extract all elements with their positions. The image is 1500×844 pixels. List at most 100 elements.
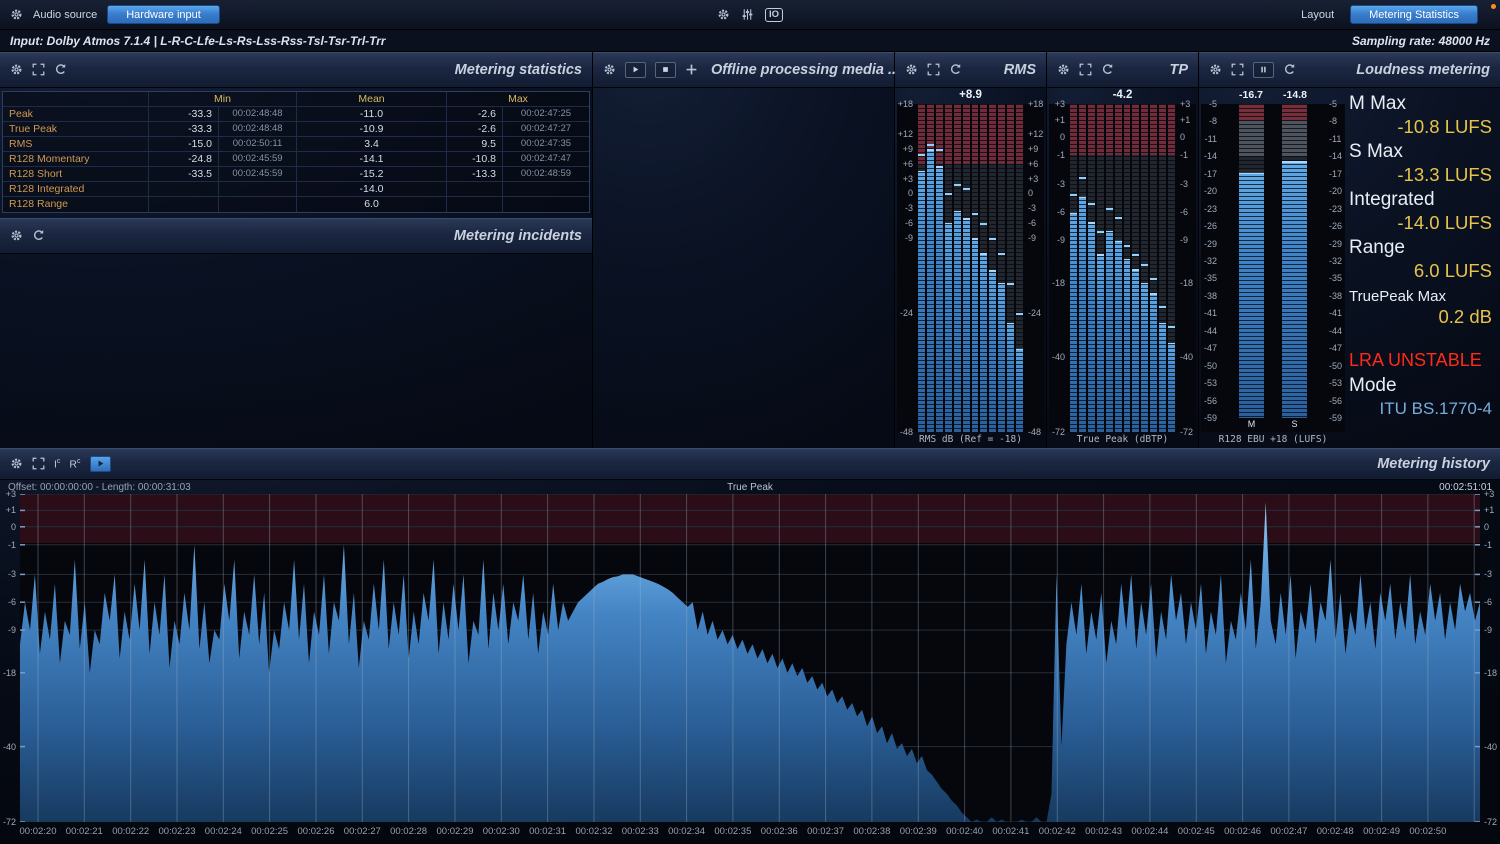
offline-processing-panel: Offline processing media ... (593, 52, 895, 448)
gear-icon[interactable] (10, 457, 23, 470)
tp-max-readout: -4.2 (1047, 88, 1198, 104)
pause-button[interactable] (1253, 62, 1274, 78)
scale-label: -6 (8, 597, 16, 607)
scale-label: -26 (1204, 221, 1217, 231)
reset-icon[interactable] (1101, 63, 1114, 76)
gear-icon[interactable] (10, 229, 23, 242)
stop-button[interactable] (655, 62, 676, 78)
gear-icon[interactable] (717, 8, 730, 21)
time-label: 00:02:35 (714, 826, 751, 837)
meter-led-mask (1097, 104, 1104, 432)
meter-channel (927, 104, 934, 432)
stats-min-value (149, 182, 219, 197)
top-toolbar: Audio source Hardware input IO Layout Me… (0, 0, 1500, 30)
scale-label: -3 (1057, 179, 1065, 189)
play-button[interactable] (90, 456, 111, 472)
sampling-rate-label: Sampling rate: 48000 Hz (1352, 34, 1490, 48)
loudness-item-label: Range (1349, 237, 1492, 259)
meter-led-mask (1141, 104, 1148, 432)
scale-label: -5 (1329, 99, 1337, 109)
rms-scale-right: +18+12+9+6+30-3-6-9-24-48 (1025, 104, 1044, 432)
reset-icon[interactable] (32, 229, 45, 242)
scale-label: -53 (1204, 378, 1217, 388)
scale-label: -40 (1180, 352, 1193, 362)
faders-icon[interactable] (741, 8, 754, 21)
history-info-row: Offset: 00:00:00:00 - Length: 00:00:31:0… (0, 480, 1500, 494)
time-label: 00:02:48 (1317, 826, 1354, 837)
time-label: 00:02:42 (1039, 826, 1076, 837)
add-media-icon[interactable] (685, 63, 698, 76)
scale-label: -3 (905, 203, 913, 213)
metering-statistics-button[interactable]: Metering Statistics (1350, 5, 1478, 24)
scale-label: -20 (1329, 186, 1342, 196)
scale-label: -6 (1028, 218, 1036, 228)
meter-peak-indicator (1124, 245, 1131, 247)
reset-icon[interactable] (1283, 63, 1296, 76)
time-label: 00:02:30 (483, 826, 520, 837)
history-scale-left: +3+10-1-3-6-9-18-40-72 (0, 494, 19, 822)
hardware-input-button[interactable]: Hardware input (107, 5, 220, 24)
gear-icon[interactable] (603, 63, 616, 76)
panel-title: RMS (1004, 62, 1036, 78)
meter-channel (1097, 104, 1104, 432)
io-icon[interactable]: IO (765, 8, 783, 22)
tp-meter-bars (1068, 104, 1177, 432)
rms-header: RMS (895, 52, 1046, 88)
ic-toggle-icon[interactable]: Ic (54, 458, 60, 470)
scale-label: +18 (898, 99, 913, 109)
expand-icon[interactable] (1079, 63, 1092, 76)
meter-led-mask (1239, 104, 1264, 418)
loudness-item-value: 0.2 dB (1349, 306, 1492, 328)
stats-max-value: -2.6 (447, 107, 503, 122)
meter-channel (980, 104, 987, 432)
scale-label: -35 (1204, 273, 1217, 283)
gear-icon[interactable] (10, 8, 23, 21)
stats-min-value: -33.3 (149, 122, 219, 137)
gear-icon[interactable] (1057, 63, 1070, 76)
rc-toggle-icon[interactable]: Rc (69, 458, 80, 470)
gear-icon[interactable] (1209, 63, 1222, 76)
loudness-item-value: -10.8 LUFS (1349, 116, 1492, 138)
time-label: 00:02:43 (1085, 826, 1122, 837)
gear-icon[interactable] (10, 63, 23, 76)
gear-icon[interactable] (905, 63, 918, 76)
time-label: 00:02:33 (622, 826, 659, 837)
expand-icon[interactable] (1231, 63, 1244, 76)
stats-max-time: 00:02:47:47 (503, 152, 589, 167)
meter-led-mask (1282, 104, 1307, 418)
scale-label: -23 (1329, 204, 1342, 214)
expand-icon[interactable] (927, 63, 940, 76)
scale-label: +3 (1180, 99, 1190, 109)
stats-row: RMS-15.000:02:50:113.49.500:02:47:35 (3, 137, 589, 152)
meter-channel (936, 104, 943, 432)
scale-label: +6 (1028, 159, 1038, 169)
loudness-item-value: -13.3 LUFS (1349, 164, 1492, 186)
stats-row-label: R128 Short (3, 167, 149, 182)
meter-led-mask (1079, 104, 1086, 432)
meter-peak-indicator (1088, 203, 1095, 205)
stats-min-value: -24.8 (149, 152, 219, 167)
stats-row: R128 Integrated-14.0 (3, 182, 589, 197)
meter-peak-indicator (1115, 217, 1122, 219)
tp-meter: +3+10-1-3-6-9-18-40-72 +3+10-1-3-6-9-18-… (1049, 104, 1196, 432)
layout-button[interactable]: Layout (1301, 9, 1334, 21)
meter-peak-indicator (1097, 231, 1104, 233)
history-plot[interactable] (20, 494, 1480, 822)
reset-icon[interactable] (949, 63, 962, 76)
scale-label: +3 (1055, 99, 1065, 109)
incidents-header: Metering incidents (0, 218, 592, 254)
meter-channel (1159, 104, 1166, 432)
play-button[interactable] (625, 62, 646, 78)
time-label: 00:02:41 (992, 826, 1029, 837)
scale-label: -6 (1484, 597, 1492, 607)
panel-title: Offline processing media ... (711, 62, 900, 78)
scale-label: +9 (1028, 144, 1038, 154)
expand-icon[interactable] (32, 457, 45, 470)
expand-icon[interactable] (32, 63, 45, 76)
tp-scale-right: +3+10-1-3-6-9-18-40-72 (1177, 104, 1196, 432)
reset-icon[interactable] (54, 63, 67, 76)
meter-channel (1132, 104, 1139, 432)
rms-meter: +18+12+9+6+30-3-6-9-24-48 +18+12+9+6+30-… (897, 104, 1044, 432)
meter-led-mask (998, 104, 1005, 432)
stats-row: Peak-33.300:02:48:48-11.0-2.600:02:47:25 (3, 107, 589, 122)
